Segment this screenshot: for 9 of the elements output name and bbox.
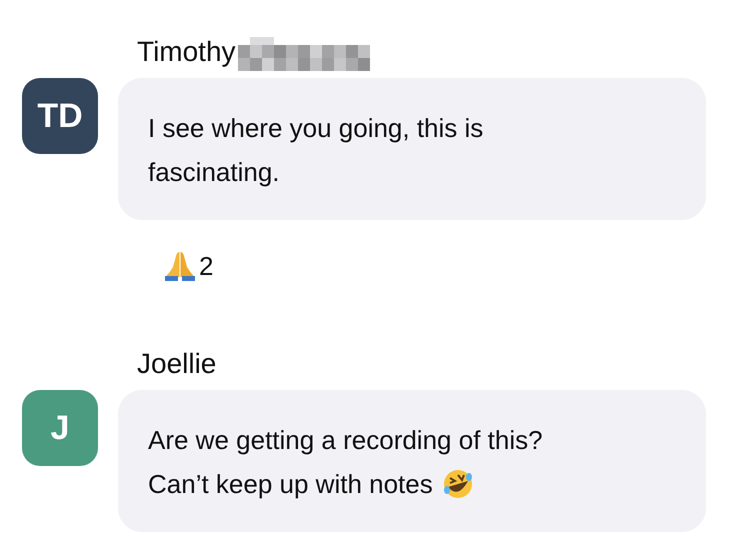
message-text: I see where you going, this is: [148, 112, 484, 145]
message-text: Can’t keep up with notes: [148, 468, 433, 501]
message-text: fascinating.: [148, 156, 280, 189]
reaction-button[interactable]: 2: [165, 246, 214, 286]
message-text: Are we getting a recording of this?: [148, 424, 543, 457]
avatar: TD: [22, 78, 98, 154]
avatar: J: [22, 390, 98, 466]
sender-name: Timothy: [137, 38, 236, 66]
sender-name: Joellie: [137, 350, 216, 378]
